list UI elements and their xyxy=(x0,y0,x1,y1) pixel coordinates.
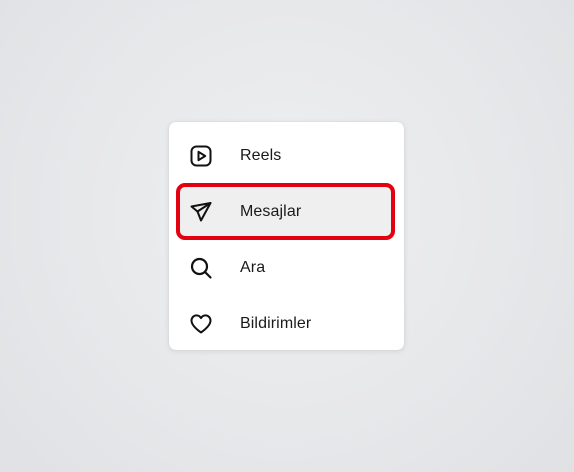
dropdown-menu: Reels Mesajlar Ara Bildirimler xyxy=(169,122,404,350)
search-icon xyxy=(189,256,213,280)
menu-item-label: Reels xyxy=(240,147,282,164)
menu-item-search[interactable]: Ara xyxy=(179,242,394,294)
menu-item-messages[interactable]: Mesajlar xyxy=(179,186,394,238)
menu-item-label: Bildirimler xyxy=(240,315,312,332)
reels-icon xyxy=(189,144,213,168)
menu-item-notifications[interactable]: Bildirimler xyxy=(179,298,394,350)
menu-item-label: Mesajlar xyxy=(240,203,302,220)
heart-icon xyxy=(189,312,213,336)
paper-plane-icon xyxy=(189,200,213,224)
menu-item-reels[interactable]: Reels xyxy=(179,130,394,182)
menu-item-label: Ara xyxy=(240,259,266,276)
